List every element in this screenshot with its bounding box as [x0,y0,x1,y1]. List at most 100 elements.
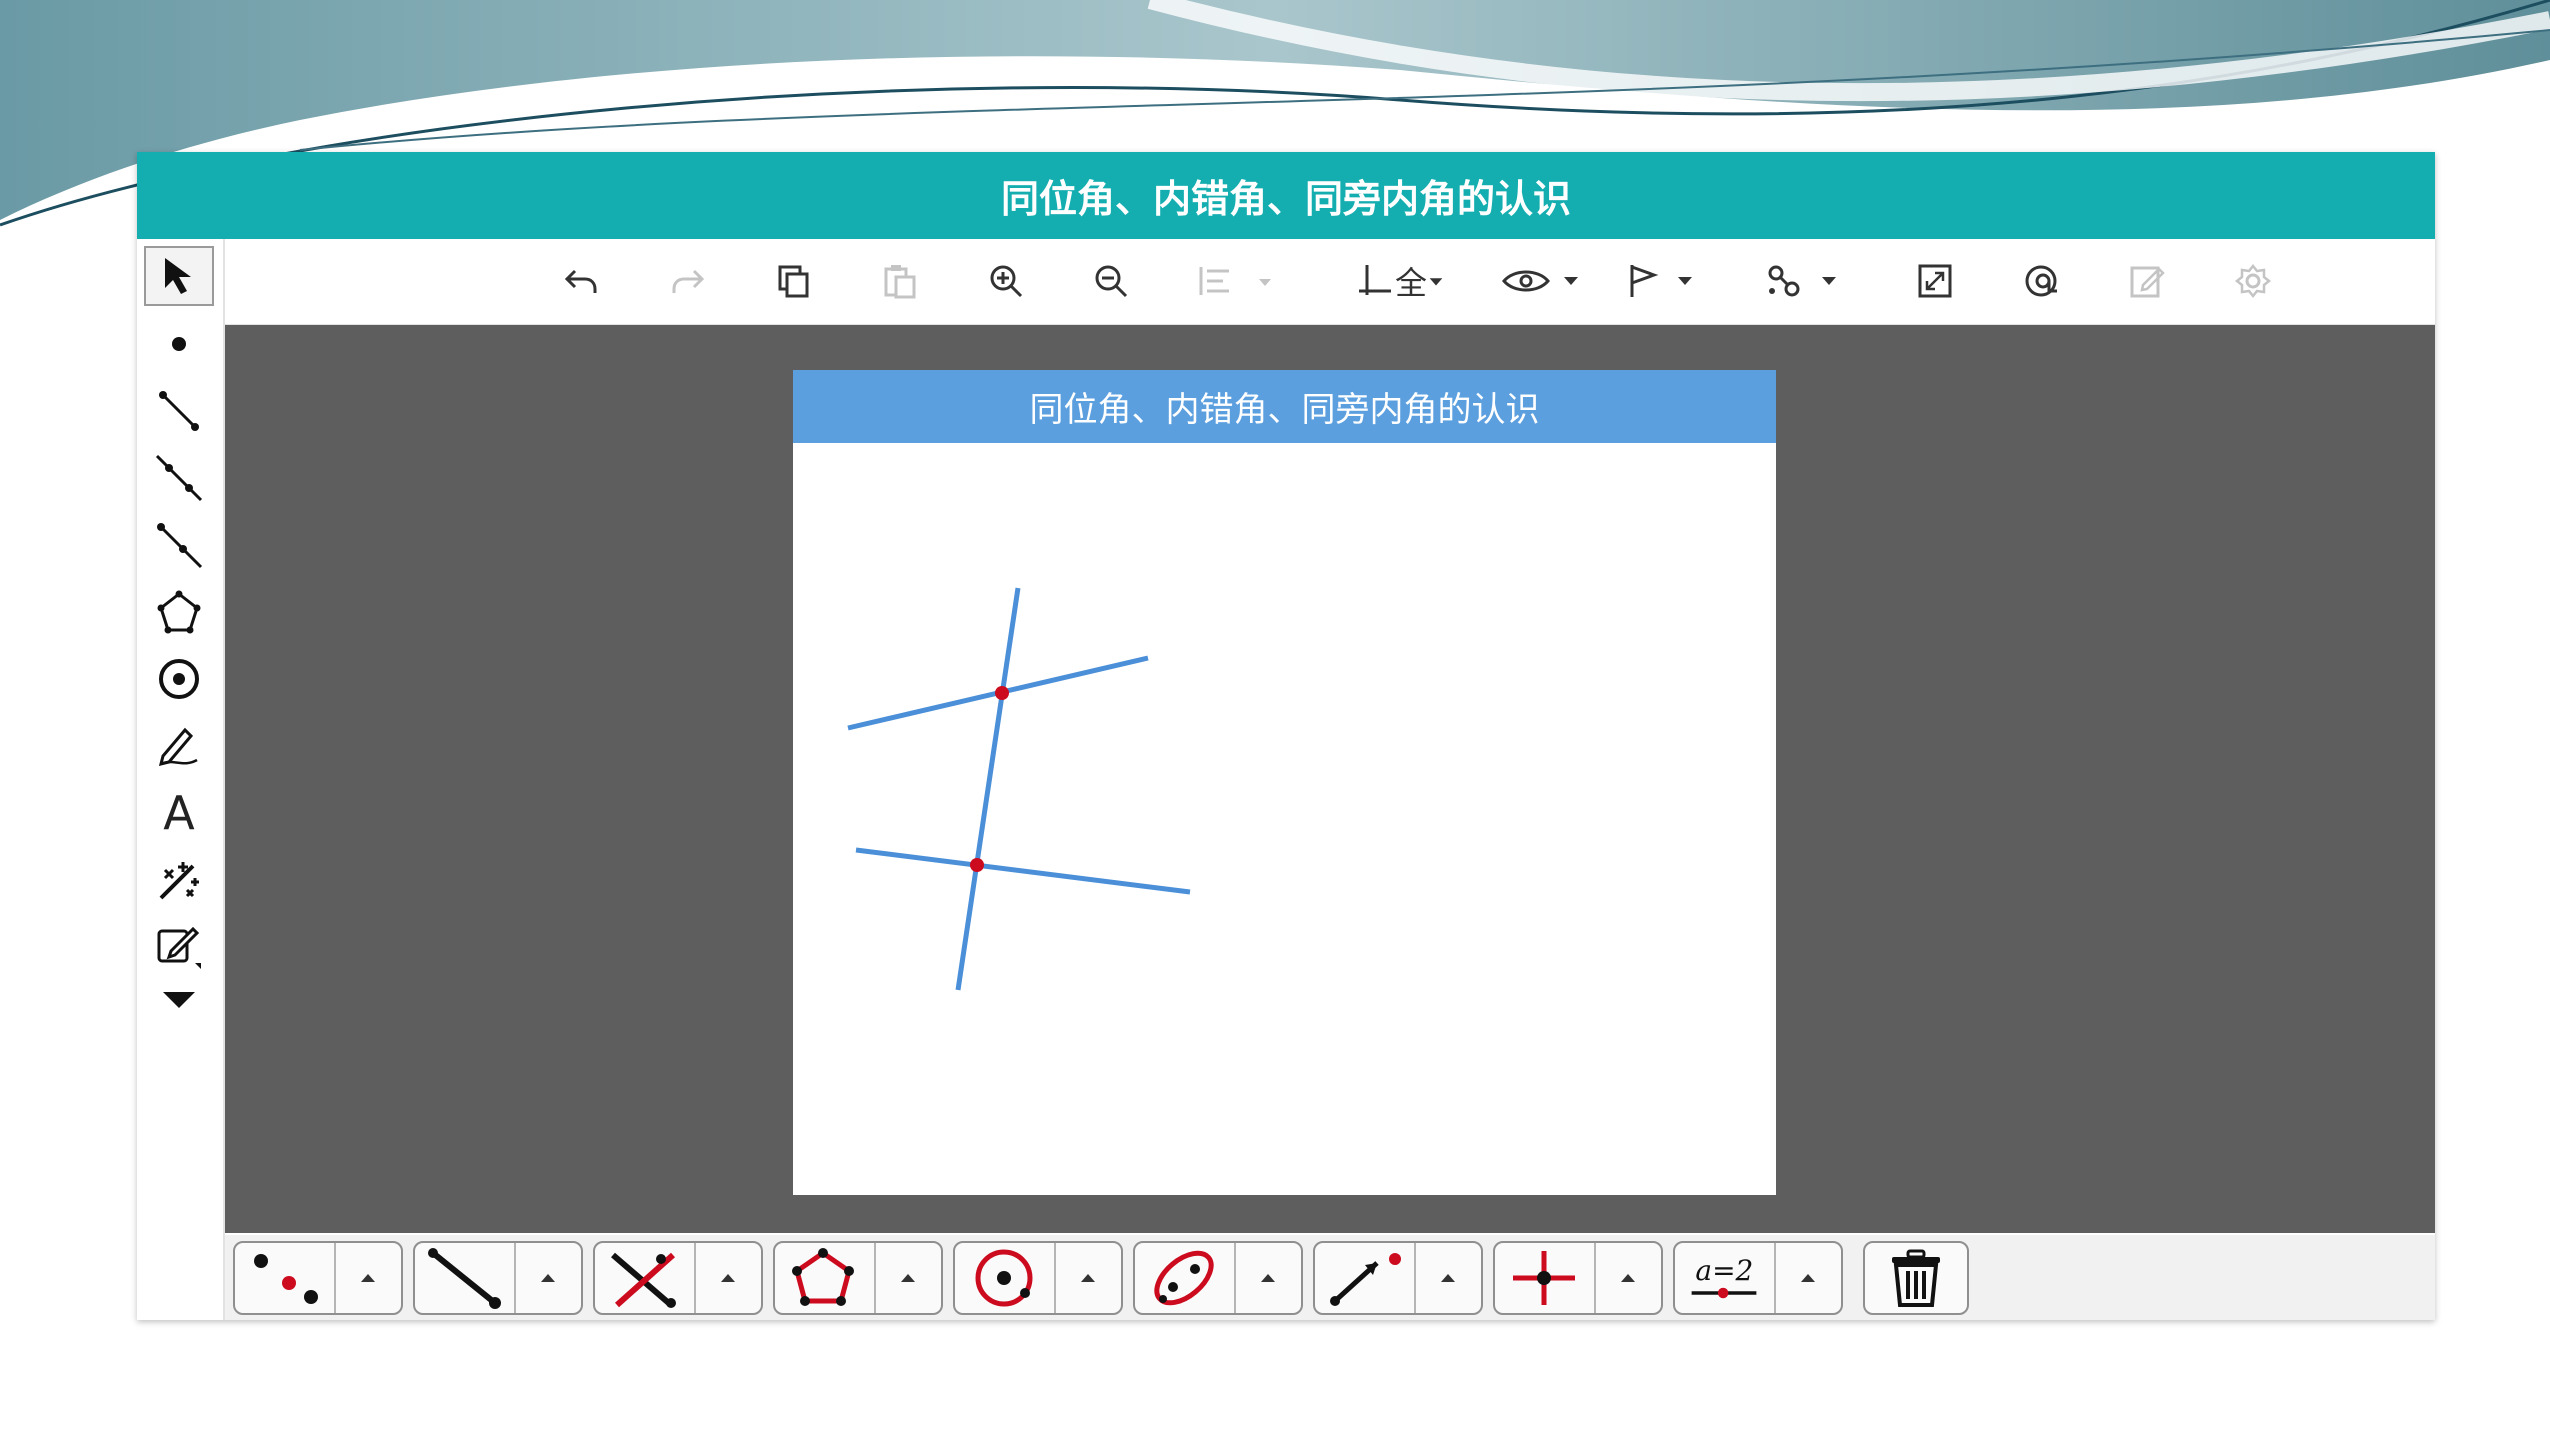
points-group-expand[interactable] [333,1243,401,1313]
settings-button[interactable] [2227,255,2279,307]
parameter-group[interactable]: a=2 [1673,1241,1843,1315]
point-icon [172,337,186,351]
geometry-construction [847,587,1191,991]
settings-icon [2234,263,2272,299]
line-tool[interactable] [144,448,214,508]
text-tool[interactable]: A [144,783,214,843]
copy-icon [778,265,809,298]
align-icon [1199,267,1271,295]
polygon-group[interactable] [773,1241,943,1315]
link-icon [2025,265,2057,297]
conic-group[interactable] [1133,1241,1303,1315]
zoom-out-icon [1095,265,1128,298]
edit-icon [2130,266,2165,298]
caret-up-icon [1441,1274,1456,1282]
pen-tool[interactable] [144,716,214,776]
paste-button[interactable] [874,255,926,307]
polygon-tool[interactable] [144,582,214,642]
trash-icon [1892,1249,1940,1307]
text-tool-label: A [163,786,195,840]
vector-group[interactable] [1313,1241,1483,1315]
transversal-line[interactable] [955,587,1021,991]
visibility-icon [1502,270,1578,292]
axis-grid-dropdown[interactable]: 全 [1335,255,1465,307]
align-dropdown[interactable] [1190,255,1290,307]
points-group[interactable] [233,1241,403,1315]
line-icon [155,454,203,502]
caret-up-icon [541,1274,556,1282]
caret-up-icon [1261,1274,1276,1282]
redo-icon [672,269,705,293]
circle-group[interactable] [953,1241,1123,1315]
edit-pencil-icon [157,926,201,969]
arrow-cursor-icon [165,258,191,294]
animation-dropdown[interactable] [1757,255,1857,307]
segment-group[interactable] [413,1241,583,1315]
points-icon [254,1254,319,1304]
axis-label: 全 [1394,264,1427,302]
conic-group-expand[interactable] [1233,1243,1301,1313]
segment-line-icon [428,1248,502,1309]
segment-group-expand[interactable] [513,1243,581,1313]
point-tool[interactable] [144,314,214,374]
zoom-in-button[interactable] [980,255,1032,307]
intersection-group-expand[interactable] [693,1243,761,1313]
document-page: 同位角、内错角、同旁内角的认识 [793,370,1776,1195]
chevron-down-icon [1429,278,1443,286]
caret-up-icon [1621,1274,1636,1282]
edit-tool[interactable] [144,917,214,977]
caret-down-icon [163,992,195,1008]
pen-icon [158,727,198,767]
segment-icon [159,391,199,431]
ray-tool[interactable] [144,515,214,575]
transform-group-expand[interactable] [1593,1243,1661,1313]
intersection-icon [611,1252,677,1308]
transform-tool[interactable] [144,850,214,910]
copy-button[interactable] [768,255,820,307]
caret-up-icon [901,1274,916,1282]
pointer-tool[interactable] [144,246,214,306]
segment-tool[interactable] [144,381,214,441]
flag-icon [1630,265,1692,297]
paste-icon [884,265,916,299]
flag-dropdown[interactable] [1617,255,1717,307]
app-title-bar: 同位角、内错角、同旁内角的认识 [137,152,2435,239]
drawing-canvas[interactable]: 同位角、内错角、同旁内角的认识 [225,325,2435,1233]
caret-up-icon [361,1274,376,1282]
zoom-in-icon [990,265,1023,298]
redo-button[interactable] [662,255,714,307]
undo-icon [564,269,597,293]
top-toolbar: 全 [225,239,2435,325]
caret-up-icon [1801,1274,1816,1282]
axis-grid-icon [1358,265,1391,295]
animation-icon [1768,265,1836,297]
polygon-red-icon [792,1248,855,1306]
app-title: 同位角、内错角、同旁内角的认识 [1000,177,1571,221]
more-tools-button[interactable] [144,979,214,1019]
circle-tool[interactable] [144,649,214,709]
edit-button[interactable] [2121,255,2173,307]
circle-icon [159,659,199,699]
geometry-app-window: 同位角、内错角、同旁内角的认识 全 A 同位角、内错角、同旁内角的认识 a=2 [137,152,2435,1320]
intersection-group[interactable] [593,1241,763,1315]
delete-button[interactable] [1863,1241,1969,1315]
undo-button[interactable] [555,255,607,307]
vector-group-expand[interactable] [1413,1243,1481,1313]
lower-line[interactable] [855,847,1191,895]
parameter-group-expand[interactable] [1773,1243,1841,1313]
crosshair-icon [1513,1251,1576,1305]
slider-icon [1692,1287,1757,1299]
intersection-point-upper[interactable] [995,686,1009,700]
visibility-dropdown[interactable] [1495,255,1595,307]
ellipse-icon [1154,1250,1214,1306]
intersection-point-lower[interactable] [970,858,984,872]
sparkle-icon [159,862,199,900]
fullscreen-button[interactable] [1909,255,1961,307]
polygon-group-expand[interactable] [873,1243,941,1313]
circle-group-expand[interactable] [1053,1243,1121,1313]
link-button[interactable] [2015,255,2067,307]
transform-group[interactable] [1493,1241,1663,1315]
zoom-out-button[interactable] [1085,255,1137,307]
caret-up-icon [1081,1274,1096,1282]
caret-up-icon [721,1274,736,1282]
